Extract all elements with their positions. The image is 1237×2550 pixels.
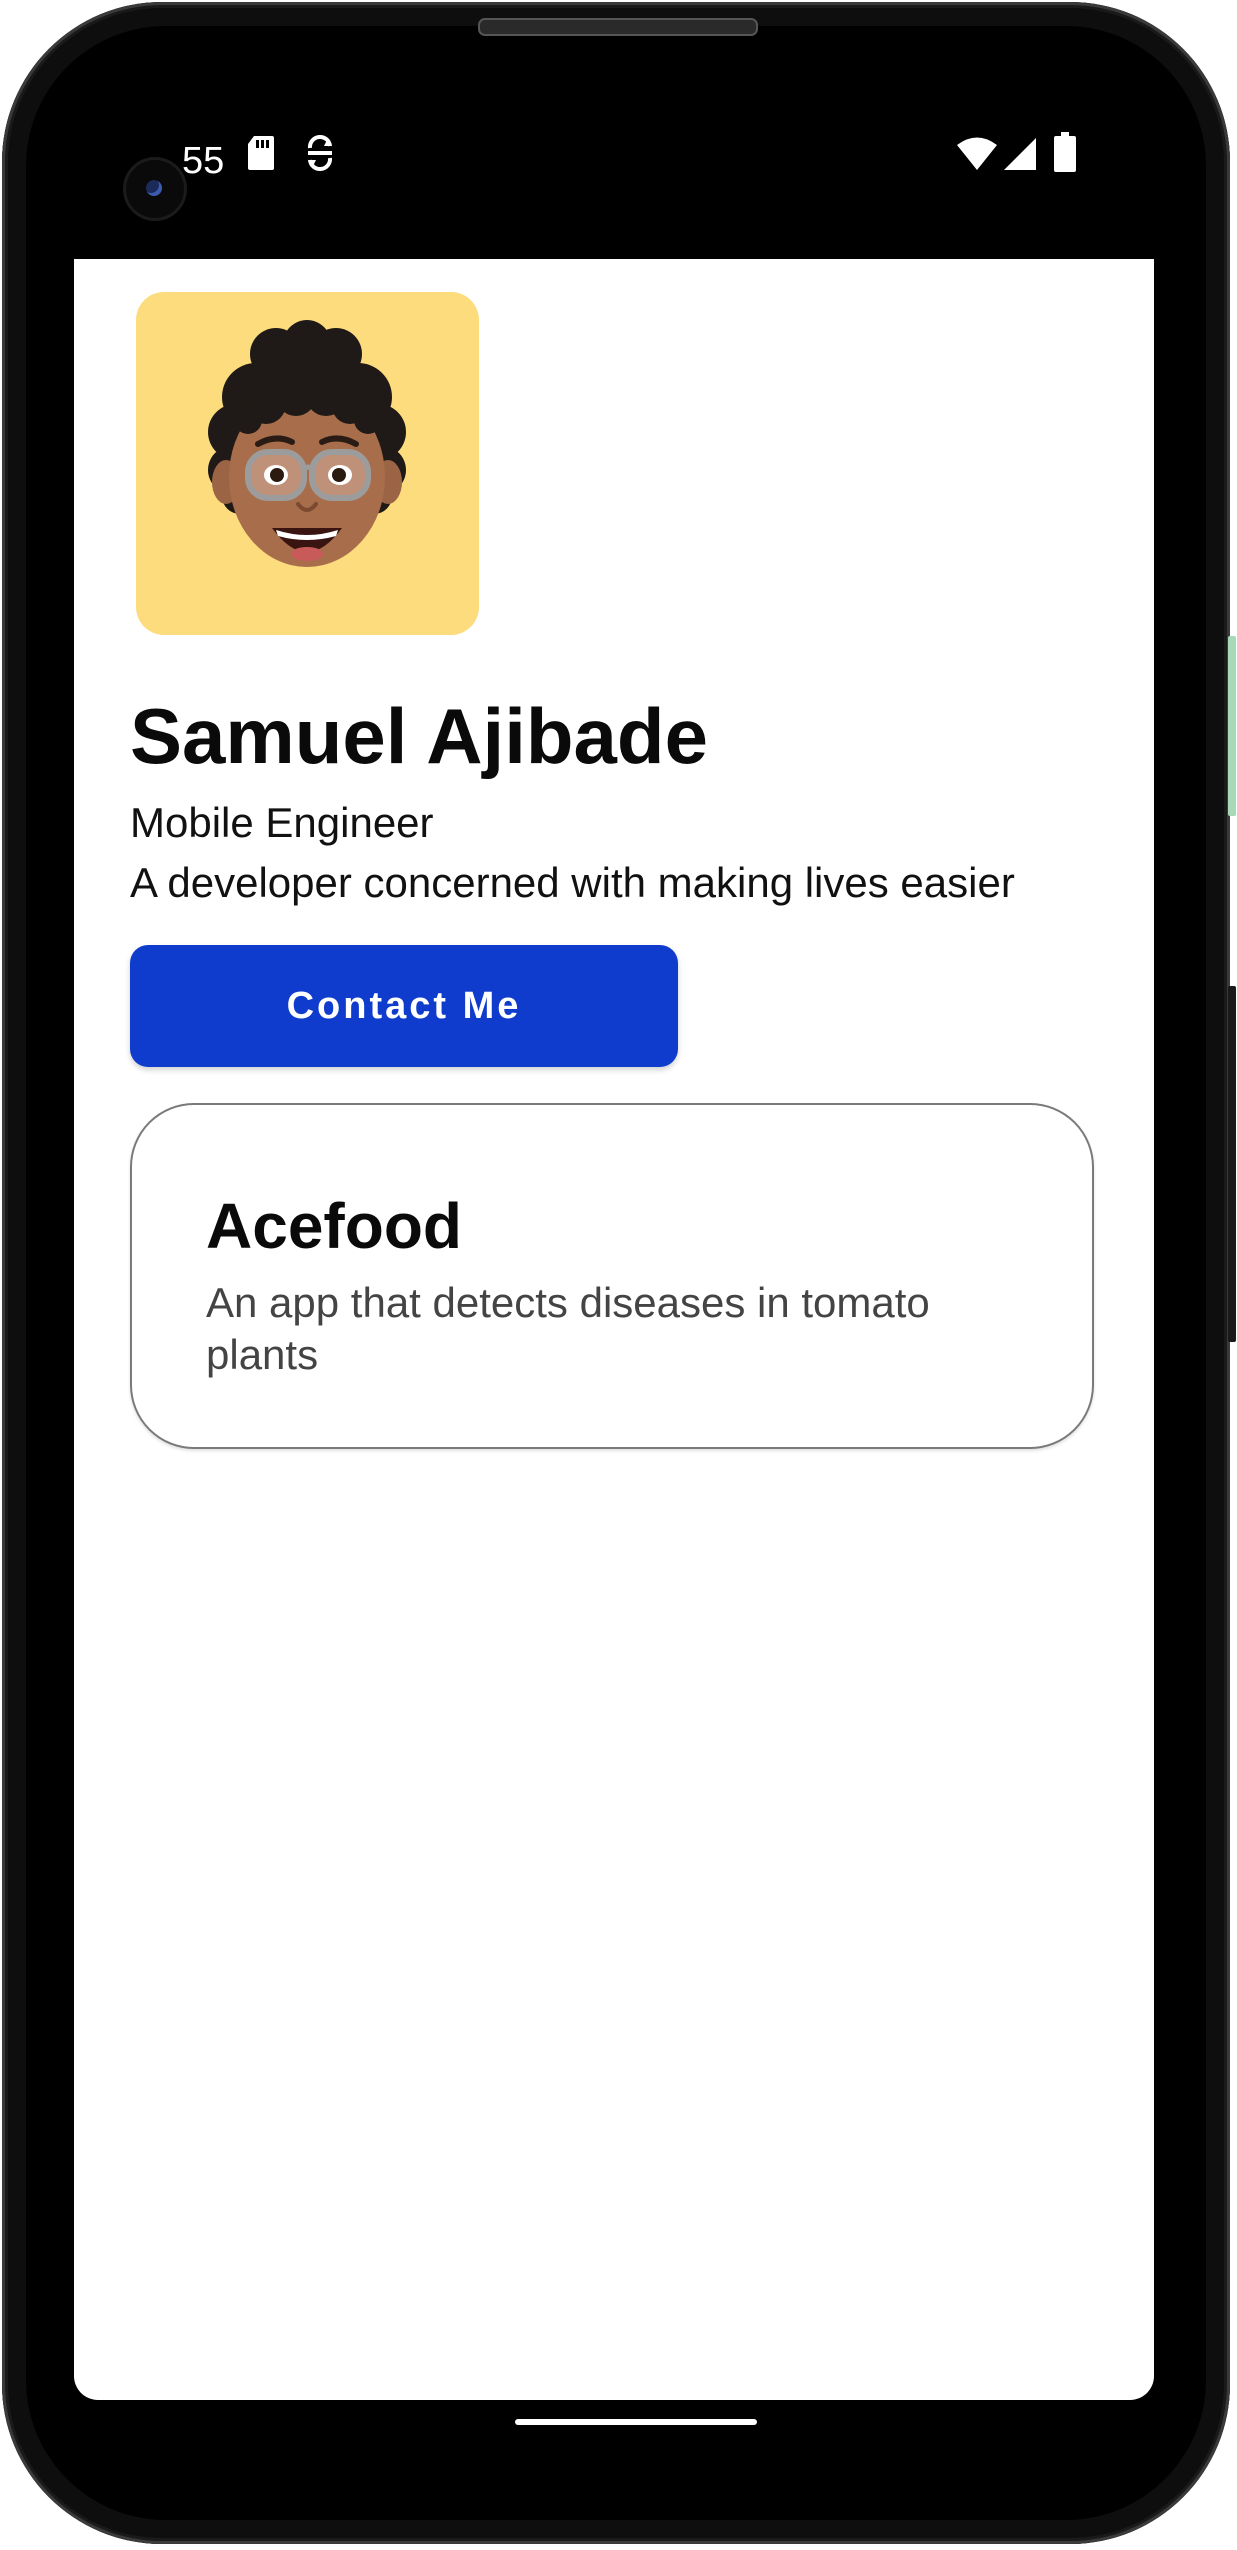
- home-indicator[interactable]: [515, 2419, 757, 2425]
- sd-card-icon: [246, 134, 276, 177]
- profile-bio: A developer concerned with making lives …: [130, 859, 1015, 906]
- status-bar: 55: [74, 120, 1154, 218]
- profile-role: Mobile Engineer: [130, 799, 434, 846]
- signal-icon: [1002, 136, 1038, 177]
- project-description: An app that detects diseases in tomato p…: [206, 1279, 930, 1378]
- project-title: Acefood: [206, 1190, 462, 1262]
- status-time: 55: [182, 140, 225, 182]
- wifi-icon: [956, 136, 998, 177]
- app-screen: Samuel Ajibade Mobile Engineer A develop…: [74, 259, 1154, 2400]
- project-card[interactable]: Acefood An app that detects diseases in …: [130, 1103, 1094, 1449]
- speaker-grille: [478, 18, 758, 36]
- memoji-avatar-icon: [136, 292, 479, 635]
- battery-icon: [1054, 132, 1076, 177]
- side-button: [1228, 636, 1236, 816]
- front-camera: [126, 160, 184, 218]
- contact-me-button[interactable]: Contact Me: [130, 945, 678, 1067]
- profile-name: Samuel Ajibade: [130, 692, 708, 780]
- power-button: [1228, 986, 1236, 1342]
- sync-icon: [304, 134, 336, 177]
